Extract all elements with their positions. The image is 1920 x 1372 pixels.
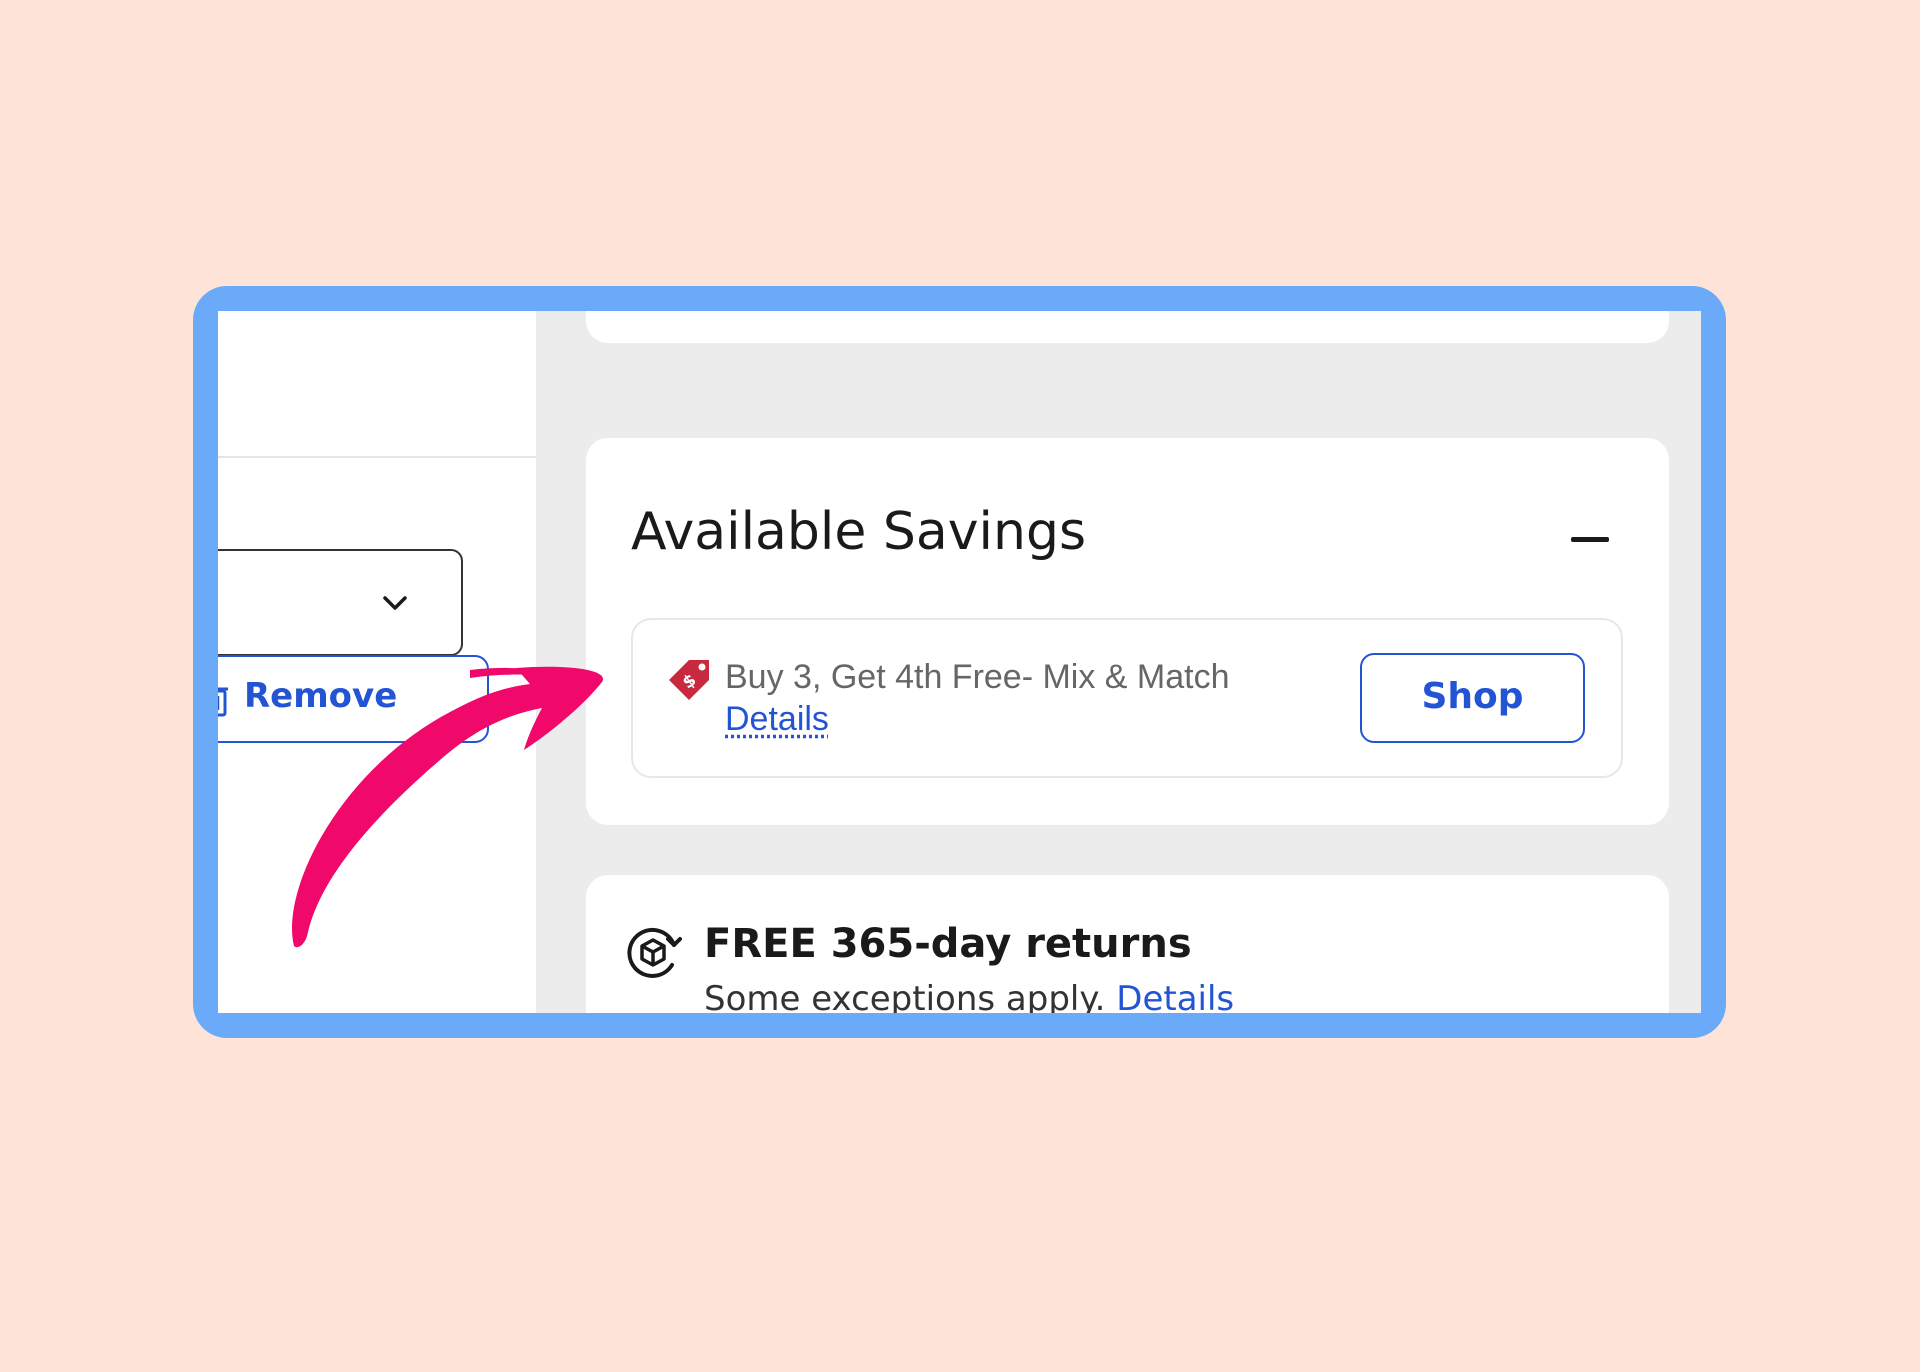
remove-button[interactable]: Remove — [218, 655, 489, 743]
trash-icon — [218, 687, 228, 717]
returns-subtitle-text: Some exceptions apply. — [704, 979, 1106, 1013]
divider — [218, 456, 536, 458]
shop-button[interactable]: Shop — [1360, 653, 1585, 743]
returns-subtitle: Some exceptions apply. Details — [704, 979, 1234, 1013]
offer-details-link[interactable]: Details — [725, 700, 829, 739]
minus-icon — [1571, 537, 1609, 542]
remove-label: Remove — [244, 676, 398, 716]
summary-card — [586, 311, 1669, 343]
returns-card: FREE 365-day returns Some exceptions app… — [586, 875, 1669, 1013]
savings-title: Available Savings — [631, 502, 1087, 562]
offer-text: Buy 3, Get 4th Free- Mix & Match — [725, 658, 1230, 696]
chevron-down-icon — [383, 596, 407, 610]
cart-item-panel: Remove — [218, 311, 536, 1013]
savings-offer: $ Buy 3, Get 4th Free- Mix & Match Detai… — [631, 618, 1623, 778]
returns-details-link[interactable]: Details — [1116, 979, 1234, 1013]
available-savings-card: Available Savings $ Buy 3, Get 4th Free-… — [586, 438, 1669, 825]
returns-box-icon — [627, 927, 682, 978]
screenshot-frame: Remove Available Savings $ Buy 3, Get 4t… — [193, 286, 1726, 1038]
collapse-button[interactable] — [1569, 520, 1609, 560]
cart-page: Remove Available Savings $ Buy 3, Get 4t… — [218, 311, 1701, 1013]
returns-title: FREE 365-day returns — [704, 921, 1192, 967]
price-tag-icon: $ — [669, 660, 709, 700]
quantity-select[interactable] — [218, 549, 463, 656]
